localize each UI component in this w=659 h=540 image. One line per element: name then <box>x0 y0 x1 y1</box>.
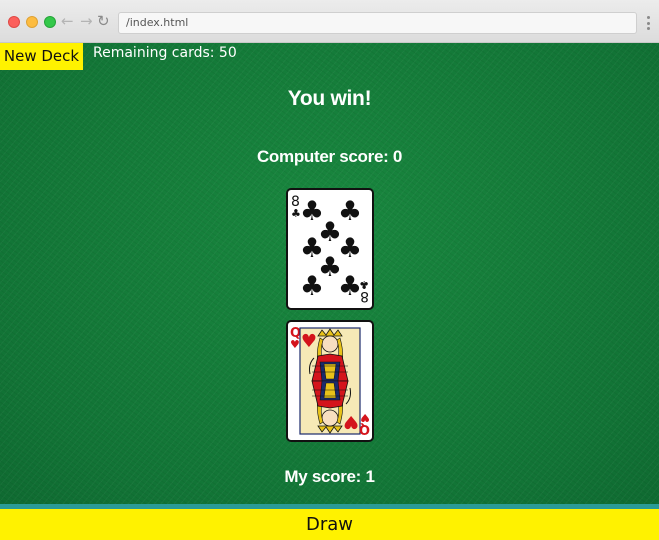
remaining-cards-label: Remaining cards: 50 <box>93 45 237 61</box>
computer-card: 8 ♣ ♣ ♣ ♣ ♣ ♣ ♣ ♣ ♣ 8 ♣ <box>286 188 374 310</box>
address-bar[interactable]: /index.html <box>118 12 637 34</box>
card-suit-bottom-icon: ♣ <box>359 278 369 291</box>
club-pip-icon: ♣ <box>338 271 362 302</box>
eight-of-clubs-card-face: 8 ♣ ♣ ♣ ♣ ♣ ♣ ♣ ♣ ♣ 8 ♣ <box>291 194 369 304</box>
card-suit-bottom-icon: ♥ <box>360 411 370 424</box>
club-pips: ♣ ♣ ♣ ♣ ♣ ♣ ♣ ♣ <box>300 196 362 302</box>
maximize-window-button[interactable] <box>44 16 56 28</box>
card-suit-top-icon: ♥ <box>290 338 300 351</box>
draw-button[interactable]: Draw <box>0 509 659 540</box>
my-score: My score: 1 <box>284 467 375 486</box>
club-pip-icon: ♣ <box>300 271 324 302</box>
new-deck-button[interactable]: New Deck <box>0 43 83 70</box>
reload-icon[interactable]: ↻ <box>97 12 110 30</box>
browser-toolbar: ← → ↻ /index.html <box>0 0 659 43</box>
close-window-button[interactable] <box>8 16 20 28</box>
forward-arrow-icon[interactable]: → <box>80 12 93 30</box>
heart-pip-icon: ♥ <box>343 411 359 432</box>
kebab-menu-icon[interactable] <box>645 14 651 32</box>
game-table: New Deck Remaining cards: 50 You win! Co… <box>0 43 659 510</box>
player-card: Q ♥ ♥ ♥ Q ♥ <box>286 320 374 442</box>
queen-of-hearts-card-face: Q ♥ ♥ ♥ Q ♥ <box>290 326 370 436</box>
back-arrow-icon[interactable]: ← <box>61 12 74 30</box>
computer-score: Computer score: 0 <box>256 147 403 166</box>
minimize-window-button[interactable] <box>26 16 38 28</box>
heart-pip-icon: ♥ <box>301 331 317 352</box>
result-heading: You win! <box>287 87 372 110</box>
